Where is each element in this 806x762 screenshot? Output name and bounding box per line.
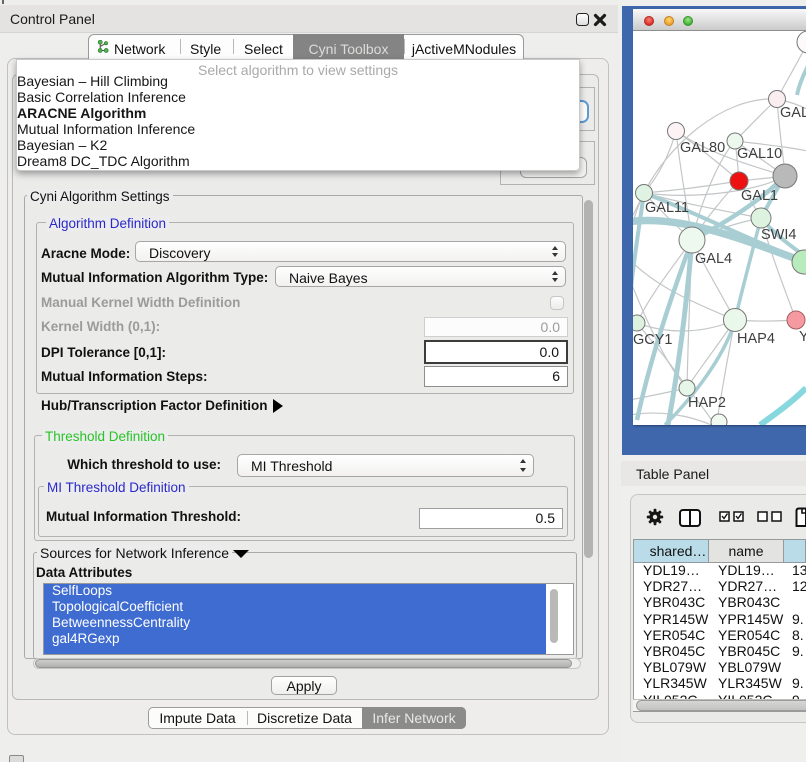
svg-text:SWI4: SWI4: [761, 227, 796, 243]
svg-text:GCY1: GCY1: [633, 332, 673, 348]
svg-text:Y: Y: [799, 329, 806, 345]
svg-text:GAL4: GAL4: [695, 251, 732, 267]
svg-text:GAL2: GAL2: [780, 105, 806, 121]
svg-text:GAL80: GAL80: [680, 140, 725, 156]
svg-text:GAL10: GAL10: [737, 146, 782, 162]
svg-text:GAL11: GAL11: [645, 200, 689, 216]
svg-text:GAL1: GAL1: [741, 188, 778, 204]
svg-text:HAP2: HAP2: [688, 395, 726, 411]
svg-text:HAP4: HAP4: [737, 331, 775, 347]
